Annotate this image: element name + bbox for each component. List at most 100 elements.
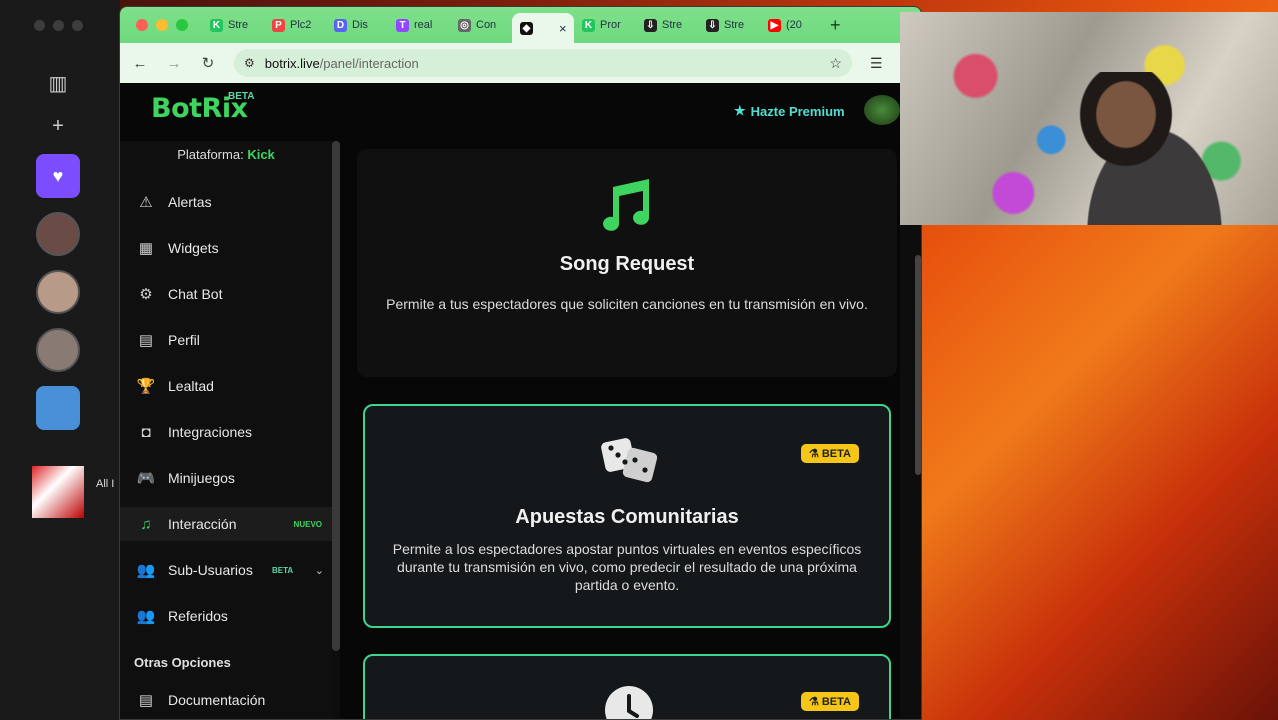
- platform-indicator: Plataforma: Kick: [120, 141, 332, 179]
- site-info-icon[interactable]: ⚙: [244, 56, 255, 70]
- new-tab-button[interactable]: +: [830, 15, 841, 36]
- now-playing-title: All I: [96, 478, 115, 490]
- album-art[interactable]: [32, 466, 84, 518]
- browser-tab[interactable]: ◆ ×: [512, 13, 574, 43]
- background-window-controls: [34, 20, 83, 31]
- sidebar-item-label: Lealtad: [168, 378, 214, 394]
- card-title: Apuestas Comunitarias: [515, 506, 739, 528]
- url-path: /panel/interaction: [319, 55, 419, 71]
- card-title: Song Request: [559, 253, 695, 275]
- tab-label: Stre: [662, 19, 683, 31]
- sidebar-item-label: Documentación: [168, 692, 266, 708]
- user-avatar[interactable]: [864, 95, 900, 125]
- song-request-card[interactable]: Song Request Permite a tus espectadores …: [357, 149, 897, 377]
- card-description: Permite a los espectadores apostar punto…: [392, 541, 862, 593]
- reload-icon[interactable]: ↻: [200, 54, 216, 72]
- third-feature-card[interactable]: ⚗ BETA: [363, 654, 891, 719]
- browser-tab[interactable]: Treal: [388, 11, 450, 39]
- premium-label: Hazte Premium: [750, 103, 845, 119]
- window-controls: [136, 19, 188, 31]
- main-scrollbar[interactable]: [915, 255, 921, 475]
- platform-label: Plataforma:: [177, 147, 244, 162]
- forward-arrow-icon[interactable]: →: [166, 55, 182, 72]
- browser-tab[interactable]: ◎ Con: [450, 11, 512, 39]
- sidebar-item-documentacion[interactable]: ▤ Documentación: [120, 683, 332, 717]
- add-icon[interactable]: +: [52, 112, 64, 140]
- browser-tab[interactable]: K Stre: [202, 11, 264, 39]
- tab-search-icon[interactable]: ☰: [870, 55, 883, 72]
- playlist-avatar[interactable]: [36, 328, 80, 372]
- playlist-avatar[interactable]: [36, 212, 80, 256]
- logo-beta-badge: BETA: [228, 91, 255, 102]
- sidebar-item-sub-usuarios[interactable]: 👥 Sub-Usuarios BETA ⌄: [120, 547, 332, 593]
- tab-label: real: [414, 19, 433, 31]
- background-app-rail: ▥ + ♥: [34, 70, 82, 430]
- maximize-window-button[interactable]: [176, 19, 188, 31]
- sidebar-item-label: Minijuegos: [168, 470, 235, 486]
- new-badge: NUEVO: [293, 519, 322, 529]
- tab-favicon-icon: ⇩: [644, 18, 657, 32]
- widgets-icon: ▦: [138, 240, 154, 257]
- beta-badge: ⚗ BETA: [800, 692, 859, 711]
- referrals-icon: 👥: [136, 608, 156, 625]
- community-bets-card[interactable]: ⚗ BETA Apuestas Comunitarias Permite a l…: [363, 404, 891, 628]
- site-header: BotRix BETA ★ Hazte Premium: [120, 83, 921, 141]
- browser-tab[interactable]: D Dis: [326, 11, 388, 39]
- sidebar-item-referidos[interactable]: 👥 Referidos: [120, 593, 332, 639]
- clock-icon: [605, 686, 653, 719]
- streamer-video: [1050, 72, 1240, 225]
- sidebar-item-alertas[interactable]: ⚠ Alertas: [120, 179, 332, 225]
- tab-favicon-icon: ◎: [458, 18, 471, 32]
- bookmark-star-icon[interactable]: ☆: [829, 55, 842, 72]
- playlist-cover[interactable]: [36, 386, 80, 430]
- tab-label: Con: [476, 19, 497, 31]
- library-icon[interactable]: ▥: [49, 70, 68, 98]
- tab-label: Stre: [228, 19, 249, 31]
- sidebar-item-label: Referidos: [168, 608, 228, 624]
- tab-bar: K Stre P Plc2 D Dis Treal ◎ Con ◆ × K Pror ⇩ Stre ⇩ Stre…: [120, 7, 921, 43]
- sidebar-item-chat-bot[interactable]: ⚙ Chat Bot: [120, 271, 332, 317]
- tab-favicon-icon: K: [582, 18, 595, 32]
- card-description: Permite a tus espectadores que soliciten…: [386, 296, 868, 312]
- tab-label: Plc2: [290, 19, 312, 31]
- browser-tab[interactable]: ⇩ Stre: [636, 11, 698, 39]
- id-card-icon: ▤: [138, 332, 154, 349]
- beta-badge: BETA: [272, 565, 294, 575]
- chevron-down-icon[interactable]: ⌄: [315, 564, 324, 577]
- sidebar-item-label: Alertas: [168, 194, 212, 210]
- main-content: Song Request Permite a tus espectadores …: [340, 141, 900, 719]
- browser-tab[interactable]: ▶ (20: [760, 11, 822, 39]
- liked-songs-icon[interactable]: ♥: [36, 154, 80, 198]
- tab-favicon-icon: ⇩: [706, 18, 719, 32]
- sidebar-item-lealtad[interactable]: 🏆 Lealtad: [120, 363, 332, 409]
- minimize-window-button[interactable]: [156, 19, 168, 31]
- sidebar-item-widgets[interactable]: ▦ Widgets: [120, 225, 332, 271]
- tab-label: (20: [786, 19, 802, 31]
- sidebar-item-minijuegos[interactable]: 🎮 Minijuegos: [120, 455, 332, 501]
- tab-favicon-icon: ▶: [768, 18, 781, 32]
- back-arrow-icon[interactable]: ←: [132, 55, 148, 72]
- webcam-overlay: [900, 12, 1278, 225]
- sidebar: Plataforma: Kick ⚠ Alertas ▦ Widgets ⚙ Chat B…: [120, 141, 332, 719]
- warning-icon: ⚠: [139, 194, 153, 211]
- sidebar-item-label: Widgets: [168, 240, 219, 256]
- close-window-button[interactable]: [136, 19, 148, 31]
- browser-tab[interactable]: P Plc2: [264, 11, 326, 39]
- tab-favicon-icon: K: [210, 18, 223, 32]
- browser-tab[interactable]: K Pror: [574, 11, 636, 39]
- close-tab-icon[interactable]: ×: [559, 21, 567, 36]
- sidebar-item-perfil[interactable]: ▤ Perfil: [120, 317, 332, 363]
- other-options-heading: Otras Opciones: [134, 655, 231, 670]
- browser-tab[interactable]: ⇩ Stre: [698, 11, 760, 39]
- sidebar-item-integraciones[interactable]: ◘ Integraciones: [120, 409, 332, 455]
- tab-favicon-icon: P: [272, 18, 285, 32]
- sidebar-item-interacci-n[interactable]: ♫ Interacción NUEVO: [120, 507, 332, 541]
- url-field[interactable]: ⚙ botrix.live/panel/interaction ☆: [234, 49, 852, 77]
- tab-label: Stre: [724, 19, 745, 31]
- playlist-avatar[interactable]: [36, 270, 80, 314]
- tab-favicon-icon: ◆: [520, 21, 533, 35]
- sidebar-item-label: Chat Bot: [168, 286, 223, 302]
- sidebar-item-label: Integraciones: [168, 424, 253, 440]
- sidebar-scrollbar[interactable]: [332, 141, 340, 651]
- premium-link[interactable]: ★ Hazte Premium: [734, 103, 845, 119]
